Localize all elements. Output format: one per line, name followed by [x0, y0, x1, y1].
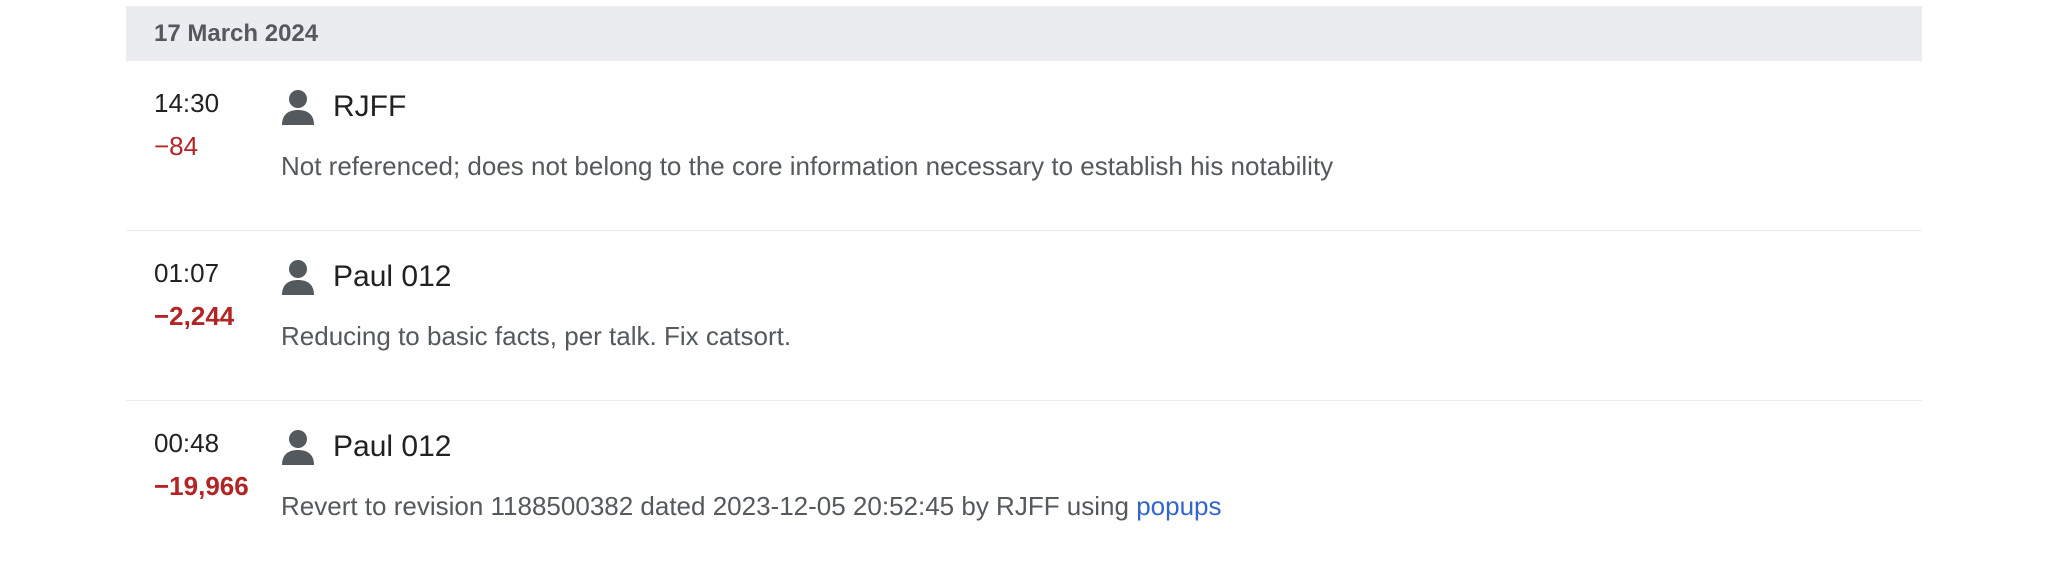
revision-user-name[interactable]: RJFF: [333, 90, 406, 124]
revision-entry[interactable]: 14:30 −84 RJFF Not referenced; does not …: [126, 61, 1922, 231]
revision-summary-text: Not referenced; does not belong to the c…: [281, 151, 1334, 181]
revision-size-change: −2,244: [154, 301, 235, 331]
user-avatar-icon: [281, 429, 315, 465]
revision-summary-text: Reducing to basic facts, per talk. Fix c…: [281, 321, 792, 351]
date-header-label: 17 March 2024: [154, 19, 319, 47]
revision-time[interactable]: 14:30: [154, 88, 219, 119]
revision-user[interactable]: RJFF: [281, 89, 406, 125]
date-header: 17 March 2024: [126, 6, 1922, 61]
revision-history-panel: 17 March 2024 14:30 −84 RJFF Not referen…: [126, 6, 1922, 571]
revision-user[interactable]: Paul 012: [281, 259, 451, 295]
revision-list: 14:30 −84 RJFF Not referenced; does not …: [126, 61, 1922, 571]
revision-entry[interactable]: 01:07 −2,244 Paul 012 Reducing to basic …: [126, 231, 1922, 401]
user-avatar-icon: [281, 89, 315, 125]
user-avatar-icon: [281, 259, 315, 295]
revision-time[interactable]: 00:48: [154, 428, 219, 459]
revision-user-name[interactable]: Paul 012: [333, 260, 451, 294]
revision-entry[interactable]: 00:48 −19,966 Paul 012 Revert to revisio…: [126, 401, 1922, 571]
revision-size-change: −19,966: [154, 471, 249, 501]
revision-time[interactable]: 01:07: [154, 258, 219, 289]
popups-link[interactable]: popups: [1136, 491, 1221, 521]
revision-user[interactable]: Paul 012: [281, 429, 451, 465]
revision-summary: Reducing to basic facts, per talk. Fix c…: [281, 321, 791, 352]
revision-summary-text: Revert to revision 1188500382 dated 2023…: [281, 491, 1137, 521]
revision-summary: Not referenced; does not belong to the c…: [281, 151, 1333, 182]
revision-size-change: −84: [154, 131, 199, 161]
revision-summary: Revert to revision 1188500382 dated 2023…: [281, 491, 1222, 522]
revision-user-name[interactable]: Paul 012: [333, 430, 451, 464]
